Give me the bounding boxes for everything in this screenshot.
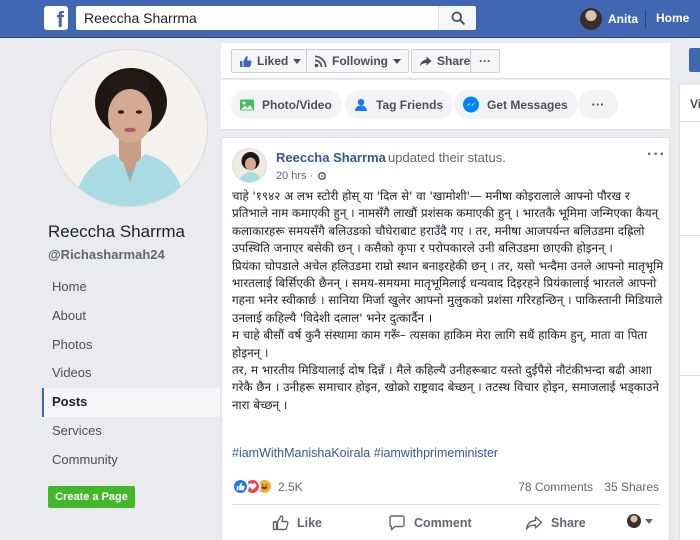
liked-label: Liked [257,54,289,68]
post-options-button[interactable]: ··· [647,146,666,164]
nav-item-photos[interactable]: Photos [42,331,220,360]
post-hashtags: #iamWithManishaKoirala #iamwithprimemini… [232,446,498,460]
reactions-count: 2.5K [278,479,303,494]
post-paragraph: तर, म भारतीय मिडियालाई दोष दिन्नँ । मैले… [232,363,659,412]
post-paragraph: चाहे '१९४२ अ लभ स्टोरी होस् या 'दिल से' … [232,189,659,256]
share-arrow-icon [419,55,432,68]
liked-button[interactable]: Liked [231,49,310,73]
comments-count-link[interactable]: 78 Comments [518,480,593,494]
page-username[interactable]: @Richasharmah24 [48,247,165,262]
page-title: Reeccha Sharrma [48,222,186,241]
share-page-button[interactable]: Share [411,49,479,73]
comment-icon [388,515,406,531]
search-input[interactable] [76,6,438,30]
comment-label: Comment [414,516,472,530]
avatar [580,8,602,30]
create-page-button[interactable]: Create a Page [48,486,135,508]
more-options-button[interactable]: ··· [470,49,500,73]
avatar [627,514,641,528]
nav-item-about[interactable]: About [42,302,220,331]
share-button[interactable]: Share [525,510,586,536]
messenger-icon [462,96,480,114]
search-icon [451,11,465,25]
composer-more-button[interactable]: ··· [578,90,618,119]
share-arrow-icon [525,515,543,531]
divider [232,504,660,505]
share-label: Share [551,516,586,530]
search-button[interactable] [438,6,476,30]
avatar [233,149,266,182]
post-stats: 78 Comments 35 Shares [510,480,659,494]
thumbs-up-icon [239,55,252,68]
tag-friends-button[interactable]: Tag Friends [345,90,454,119]
post-timestamp[interactable]: 20 hrs · [276,170,327,182]
facebook-logo-icon[interactable]: f [44,6,68,30]
home-link[interactable]: Home [656,11,689,25]
following-button[interactable]: Following [306,49,409,73]
post-paragraph: प्रियंका चोपडाले अचेल हलिउडमा राम्रो स्थ… [232,258,664,325]
chevron-down-icon [393,58,401,64]
right-action-button[interactable] [689,48,700,72]
get-messages-label: Get Messages [487,97,568,112]
tag-friends-label: Tag Friends [376,97,444,112]
divider [680,121,700,122]
nav-item-services[interactable]: Services [42,417,220,446]
reactions-summary[interactable]: 2.5K [232,478,303,495]
nav-item-videos[interactable]: Videos [42,359,220,388]
post-time-text: 20 hrs · [276,170,314,182]
profile-photo [51,50,207,206]
divider [680,375,700,376]
photo-video-label: Photo/Video [262,97,332,112]
divider [680,235,700,236]
like-reaction-icon [232,478,249,495]
nav-item-home[interactable]: Home [42,273,220,302]
page-navigation: Home About Photos Videos Posts Services … [42,273,220,475]
rss-icon [314,54,327,68]
chevron-down-icon [645,518,653,524]
profile-picture[interactable] [50,49,208,207]
get-messages-button[interactable]: Get Messages [454,90,578,119]
photo-icon [239,98,255,112]
user-name: Anita [608,12,638,26]
right-sidebar: Vi [679,85,700,540]
more-icon: ··· [479,54,491,68]
nav-item-posts[interactable]: Posts [42,388,220,417]
comment-button[interactable]: Comment [388,510,472,536]
gear-icon [317,171,327,181]
page-action-bar: Liked Following Share ··· [221,43,670,79]
post-action-text: updated their status. [388,150,506,165]
post-author-name[interactable]: Reeccha Sharrma [276,150,386,165]
shares-count-link[interactable]: 35 Shares [604,480,659,494]
nav-item-community[interactable]: Community [42,446,220,475]
hashtag-link[interactable]: #iamwithprimeminister [374,446,498,460]
tag-friends-icon [353,98,369,112]
post-author-avatar[interactable] [232,148,267,183]
right-sidebar-title: Vi [690,97,700,111]
chevron-down-icon [293,58,302,64]
post-paragraph: म चाहे बीसौं वर्ष कुनै संस्थामा काम गरूँ… [232,328,648,360]
photo-video-button[interactable]: Photo/Video [231,90,342,119]
post-composer-bar: Photo/Video Tag Friends Get Messages ··· [221,80,670,130]
divider [645,10,646,28]
like-label: Like [297,516,323,530]
top-navigation-bar: f Anita Home [0,0,700,38]
post-as-selector[interactable] [627,514,653,528]
status-post: Reeccha Sharrma updated their status. 20… [221,137,670,540]
user-profile-link[interactable]: Anita [580,8,638,30]
more-icon: ··· [591,97,605,112]
following-label: Following [332,54,388,68]
thumbs-up-icon [272,515,289,531]
like-button[interactable]: Like [272,510,322,536]
hashtag-link[interactable]: #iamWithManishaKoirala [232,446,370,460]
share-label: Share [437,54,471,68]
post-text: चाहे '१९४२ अ लभ स्टोरी होस् या 'दिल से' … [232,188,664,414]
